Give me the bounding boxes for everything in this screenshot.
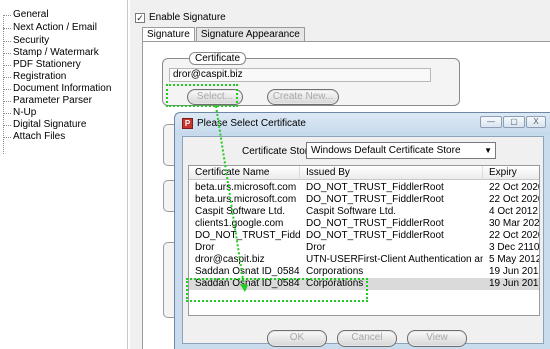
arrow-shaft: [215, 105, 245, 287]
arrow-head: [240, 284, 248, 292]
annotation-arrow: [215, 105, 248, 292]
